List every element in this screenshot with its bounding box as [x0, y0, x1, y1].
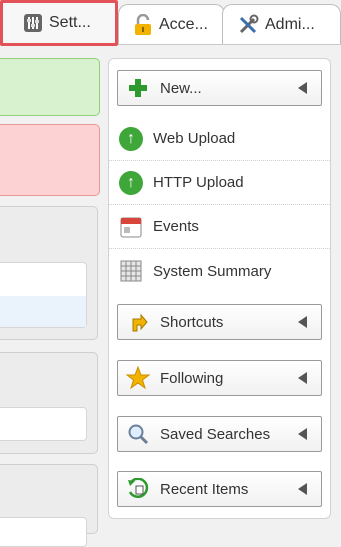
left-box-2-input[interactable] [0, 407, 87, 441]
error-panel [0, 124, 100, 196]
following-label: Following [160, 369, 224, 387]
following-button[interactable]: Following [117, 360, 322, 396]
upload-icon: ↑ [119, 170, 143, 195]
padlock-icon [133, 13, 153, 36]
tab-access-label: Acce... [159, 15, 208, 33]
menu-item-web-upload[interactable]: ↑ Web Upload [109, 117, 330, 161]
success-panel [0, 58, 100, 116]
magnifier-icon [126, 422, 150, 446]
left-box-1-highlight-row [0, 296, 86, 327]
menu-item-system-summary[interactable]: System Summary [109, 249, 330, 293]
calendar-icon [119, 215, 143, 239]
expand-arrow-icon[interactable] [298, 372, 307, 384]
settings-icon [23, 13, 43, 33]
system-summary-label: System Summary [153, 262, 272, 280]
shortcut-arrow-icon [126, 310, 150, 334]
star-icon [126, 366, 150, 390]
left-box-1 [0, 206, 98, 340]
new-button[interactable]: New... [117, 70, 322, 106]
expand-arrow-icon[interactable] [298, 316, 307, 328]
recent-items-icon [126, 477, 150, 501]
saved-searches-button[interactable]: Saved Searches [117, 416, 322, 452]
http-upload-label: HTTP Upload [153, 174, 244, 191]
saved-searches-label: Saved Searches [160, 425, 271, 443]
tab-admin-label: Admi... [265, 15, 315, 33]
left-box-2 [0, 352, 98, 454]
tab-admin[interactable]: Admi... [222, 4, 341, 44]
upload-icon: ↑ [119, 126, 143, 151]
left-box-1-content [0, 262, 87, 328]
expand-arrow-icon[interactable] [298, 428, 307, 440]
tab-settings-label: Sett... [49, 14, 91, 31]
expand-arrow-icon[interactable] [298, 483, 307, 495]
grid-table-icon [119, 259, 143, 283]
recent-items-label: Recent Items [160, 480, 249, 498]
new-button-label: New... [160, 79, 202, 97]
shortcuts-button[interactable]: Shortcuts [117, 304, 322, 340]
menu-item-events[interactable]: Events [109, 205, 330, 249]
expand-arrow-icon[interactable] [298, 82, 307, 94]
left-box-3 [0, 464, 98, 547]
shortcuts-label: Shortcuts [160, 313, 224, 331]
web-upload-label: Web Upload [153, 130, 236, 147]
recent-items-button[interactable]: Recent Items [117, 471, 322, 507]
tab-access[interactable]: Acce... [118, 4, 225, 44]
tools-icon [237, 14, 259, 36]
menu-item-http-upload[interactable]: ↑ HTTP Upload [109, 161, 330, 205]
plus-icon [126, 76, 150, 100]
tab-settings[interactable]: Sett... [0, 0, 118, 46]
quick-actions-panel: New... ↑ Web Upload ↑ HTTP Upload Events… [108, 58, 331, 519]
events-label: Events [153, 218, 199, 235]
left-box-3-content [0, 517, 87, 547]
